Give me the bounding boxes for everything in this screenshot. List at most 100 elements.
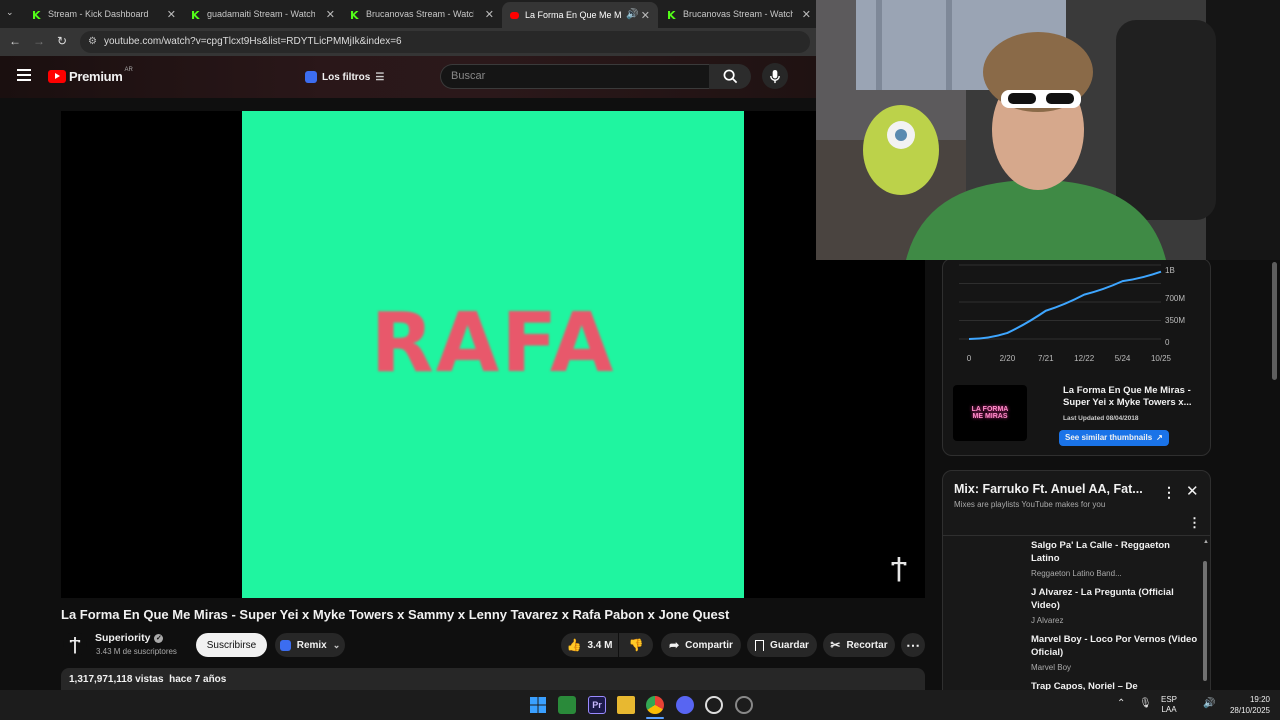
chart-y-labels: 1B 700M 350M 0: [1165, 266, 1185, 347]
thumbnail-video-title: La Forma En Que Me Miras - Super Yei x M…: [1063, 385, 1192, 408]
description-box[interactable]: 1,317,971,118 vistas hace 7 años: [61, 668, 925, 692]
clock[interactable]: 19:20 28/10/2025: [1222, 694, 1270, 716]
tab-search-chevron-icon[interactable]: ⌄: [6, 7, 14, 18]
subscribe-button[interactable]: Suscribirse: [196, 633, 267, 657]
back-icon[interactable]: ←: [9, 34, 21, 48]
playlist-item-artist: J Alvarez: [1031, 616, 1064, 625]
windows-start-icon[interactable]: [529, 696, 547, 714]
more-vertical-icon[interactable]: ⋮: [1162, 484, 1176, 501]
speaker-icon[interactable]: 🔊: [626, 9, 638, 20]
like-button[interactable]: 👍 3.4 M: [561, 633, 618, 657]
playlist-scrollbar[interactable]: ▲: [1201, 539, 1209, 687]
like-count: 3.4 M: [587, 639, 613, 651]
obs-icon[interactable]: [705, 696, 723, 714]
x-tick-label: 7/21: [1038, 354, 1054, 363]
kick-icon: K: [350, 9, 359, 22]
volume-icon[interactable]: 🔊: [1203, 698, 1215, 709]
close-icon[interactable]: ✕: [802, 8, 811, 21]
thumbs-up-icon: 👍: [566, 638, 582, 652]
verified-icon: ✓: [154, 633, 164, 643]
divider: [943, 535, 1210, 536]
search-placeholder: Buscar: [451, 70, 486, 82]
playlist-item[interactable]: Marvel Boy - Loco Por Vernos (Video Ofic…: [1031, 633, 1201, 672]
close-icon[interactable]: ✕: [167, 8, 176, 21]
show-hidden-icons[interactable]: ⌃: [1117, 698, 1125, 709]
share-button[interactable]: ➦ Compartir: [661, 633, 741, 657]
youtube-header: Premium AR Los filtros ☰ Buscar: [0, 56, 816, 98]
menu-icon[interactable]: [17, 69, 31, 81]
channel-avatar[interactable]: Ϯ: [63, 632, 87, 656]
url-field[interactable]: ⚙ youtube.com/watch?v=cpgTlcxt9Hs&list=R…: [80, 31, 810, 53]
site-info-icon[interactable]: ⚙: [88, 31, 97, 53]
microphone-icon[interactable]: 🎙: [1139, 698, 1152, 709]
tab-youtube-active[interactable]: La Forma En Que Me Miras 🔊 ✕: [502, 2, 658, 28]
playlist-item[interactable]: J Alvarez - La Pregunta (Official Video)…: [1031, 586, 1201, 625]
chrome-icon[interactable]: [646, 696, 664, 714]
stats-extension-card: 1B 700M 350M 0 0 2/20 7/21 12/22 5/24 10/25 LA F…: [942, 258, 1211, 456]
views-chart: 1B 700M 350M 0 0 2/20 7/21 12/22 5/24 10/25: [959, 264, 1185, 363]
filter-label: Los filtros: [322, 71, 371, 83]
voice-search-button[interactable]: [762, 63, 788, 89]
tab-title: Stream - Kick Dashboard: [48, 9, 149, 19]
country-code: AR: [124, 66, 133, 73]
tab-title: Brucanovas Stream - Watch Live: [683, 9, 793, 19]
save-button[interactable]: Guardar: [747, 633, 817, 657]
excel-icon[interactable]: [558, 696, 576, 714]
forward-icon[interactable]: →: [33, 34, 45, 48]
share-label: Compartir: [685, 639, 733, 651]
tab-guadamaiti[interactable]: K guadamaiti Stream - Watch Live ✕: [191, 4, 335, 24]
y-tick-label: 0: [1165, 338, 1170, 347]
clip-label: Recortar: [846, 639, 888, 651]
close-icon[interactable]: ✕: [326, 8, 335, 21]
playlist-item-title: J Alvarez - La Pregunta (Official Video): [1031, 587, 1174, 611]
scissors-icon: ✂: [830, 638, 841, 652]
page-scrollbar[interactable]: [1272, 262, 1277, 380]
app-icon[interactable]: [735, 696, 753, 714]
share-icon: ➦: [669, 638, 680, 652]
thumbnail[interactable]: LA FORMA ME MIRAS: [953, 385, 1027, 441]
video-frame: RAFA: [242, 111, 744, 598]
filters-extension-button[interactable]: Los filtros ☰: [305, 66, 384, 88]
file-explorer-icon[interactable]: [617, 696, 635, 714]
dislike-button[interactable]: 👎: [619, 633, 653, 657]
tab-kick-dashboard[interactable]: K Stream - Kick Dashboard ✕: [32, 4, 176, 24]
tab-brucanovas-1[interactable]: K Brucanovas Stream - Watch Live ✕: [350, 4, 494, 24]
close-icon[interactable]: ✕: [485, 8, 494, 21]
channel-name-text: Superiority: [95, 632, 151, 644]
language-indicator[interactable]: ESP LAA: [1161, 695, 1177, 715]
video-title: La Forma En Que Me Miras - Super Yei x M…: [61, 607, 730, 622]
channel-watermark-icon[interactable]: Ϯ: [891, 553, 907, 583]
youtube-premium-logo[interactable]: Premium AR: [48, 66, 133, 84]
video-player[interactable]: RAFA Ϯ: [61, 111, 925, 598]
premiere-icon[interactable]: Pr: [588, 696, 606, 714]
thumbs-down-icon: 👎: [628, 638, 644, 652]
video-frame-text: RAFA: [370, 296, 616, 391]
tab-brucanovas-2[interactable]: K Brucanovas Stream - Watch Live ✕: [667, 4, 811, 24]
extension-icon: [305, 71, 317, 83]
clip-button[interactable]: ✂ Recortar: [823, 633, 895, 657]
remix-button[interactable]: Remix ⌄: [275, 633, 345, 657]
search-button[interactable]: [709, 64, 751, 89]
reload-icon[interactable]: ↻: [57, 34, 67, 48]
playlist-item[interactable]: Salgo Pa' La Calle - Reggaeton Latino Re…: [1031, 539, 1201, 578]
view-count: 1,317,971,118 vistas: [69, 674, 164, 685]
upload-age: hace 7 años: [169, 674, 227, 685]
playlist-menu-icon[interactable]: ⋮: [1188, 515, 1201, 531]
microphone-icon: [770, 69, 780, 83]
more-actions-button[interactable]: ⋯: [901, 633, 925, 657]
logo-text: Premium: [69, 69, 123, 84]
search-input[interactable]: Buscar: [440, 64, 710, 89]
discord-icon[interactable]: [676, 696, 694, 714]
close-icon[interactable]: ✕: [641, 9, 650, 22]
y-tick-label: 700M: [1165, 294, 1185, 303]
channel-name[interactable]: Superiority ✓: [95, 632, 164, 644]
more-horizontal-icon: ⋯: [906, 636, 920, 653]
clock-time: 19:20: [1249, 695, 1270, 704]
mix-subtitle: Mixes are playlists YouTube makes for yo…: [954, 500, 1106, 509]
similar-thumbnails-button[interactable]: See similar thumbnails ↗: [1059, 430, 1169, 446]
y-tick-label: 350M: [1165, 316, 1185, 325]
close-icon[interactable]: ✕: [1186, 482, 1199, 500]
playlist-item-title: Salgo Pa' La Calle - Reggaeton Latino: [1031, 540, 1170, 564]
x-tick-label: 5/24: [1115, 354, 1131, 363]
last-updated: Last Updated 08/04/2018: [1063, 415, 1139, 422]
